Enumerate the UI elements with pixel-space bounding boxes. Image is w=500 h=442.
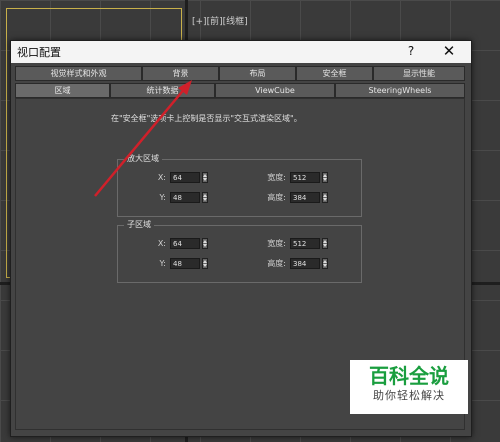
sub-region-group: 子区域 X: 64 Y: 48 宽度: 512 高度: 384 [117, 219, 362, 283]
sub-y-spinner[interactable] [202, 258, 208, 269]
sub-region-title: 子区域 [124, 219, 154, 230]
tab-display-performance[interactable]: 显示性能 [373, 66, 465, 81]
zoom-height-field: 高度: 384 [258, 192, 328, 203]
sub-height-spinner[interactable] [322, 258, 328, 269]
watermark-main-text: 百科全说 [369, 364, 449, 388]
tab-row-2: 区域 统计数据 ViewCube SteeringWheels [15, 83, 465, 98]
close-button[interactable]: ✕ [441, 42, 457, 60]
sub-width-input[interactable]: 512 [290, 238, 320, 249]
viewport-label[interactable]: [+][前][线框] [192, 14, 248, 27]
watermark-logo: 百科全说 助你轻松解决 [350, 360, 468, 414]
regions-description: 在"安全框"选项卡上控制是否显示"交互式渲染区域"。 [111, 114, 302, 123]
zoom-width-spinner[interactable] [322, 172, 328, 183]
sub-x-label: X: [157, 239, 166, 248]
tab-regions[interactable]: 区域 [15, 83, 110, 98]
zoom-x-spinner[interactable] [202, 172, 208, 183]
sub-x-field: X: 64 [138, 238, 208, 249]
zoom-region-group: 放大区域 X: 64 Y: 48 宽度: 512 高度: 384 [117, 153, 362, 217]
watermark-sub-text: 助你轻松解决 [373, 389, 445, 402]
zoom-width-label: 宽度: [267, 173, 286, 182]
tab-viewcube[interactable]: ViewCube [215, 83, 335, 98]
zoom-y-spinner[interactable] [202, 192, 208, 203]
sub-y-field: Y: 48 [138, 258, 208, 269]
tab-safe-frames[interactable]: 安全框 [296, 66, 373, 81]
sub-y-label: Y: [159, 259, 166, 268]
zoom-width-field: 宽度: 512 [258, 172, 328, 183]
sub-height-label: 高度: [267, 259, 286, 268]
sub-width-field: 宽度: 512 [258, 238, 328, 249]
tab-visual-style[interactable]: 视觉样式和外观 [15, 66, 142, 81]
zoom-y-field: Y: 48 [138, 192, 208, 203]
dialog-title: 视口配置 [17, 46, 61, 59]
tab-statistics[interactable]: 统计数据 [110, 83, 215, 98]
zoom-x-input[interactable]: 64 [170, 172, 200, 183]
tab-row-1: 视觉样式和外观 背景 布局 安全框 显示性能 [15, 66, 465, 81]
zoom-width-input[interactable]: 512 [290, 172, 320, 183]
zoom-x-label: X: [157, 173, 166, 182]
zoom-region-title: 放大区域 [124, 153, 162, 164]
sub-width-label: 宽度: [267, 239, 286, 248]
sub-x-spinner[interactable] [202, 238, 208, 249]
sub-height-field: 高度: 384 [258, 258, 328, 269]
tab-steeringwheels[interactable]: SteeringWheels [335, 83, 465, 98]
sub-y-input[interactable]: 48 [170, 258, 200, 269]
tab-layout[interactable]: 布局 [219, 66, 296, 81]
zoom-y-label: Y: [159, 193, 166, 202]
help-button[interactable]: ? [403, 44, 419, 58]
sub-width-spinner[interactable] [322, 238, 328, 249]
zoom-height-spinner[interactable] [322, 192, 328, 203]
sub-height-input[interactable]: 384 [290, 258, 320, 269]
zoom-y-input[interactable]: 48 [170, 192, 200, 203]
zoom-height-input[interactable]: 384 [290, 192, 320, 203]
tab-background[interactable]: 背景 [142, 66, 219, 81]
dialog-titlebar[interactable]: 视口配置 ? ✕ [11, 41, 471, 63]
zoom-x-field: X: 64 [138, 172, 208, 183]
sub-x-input[interactable]: 64 [170, 238, 200, 249]
zoom-height-label: 高度: [267, 193, 286, 202]
